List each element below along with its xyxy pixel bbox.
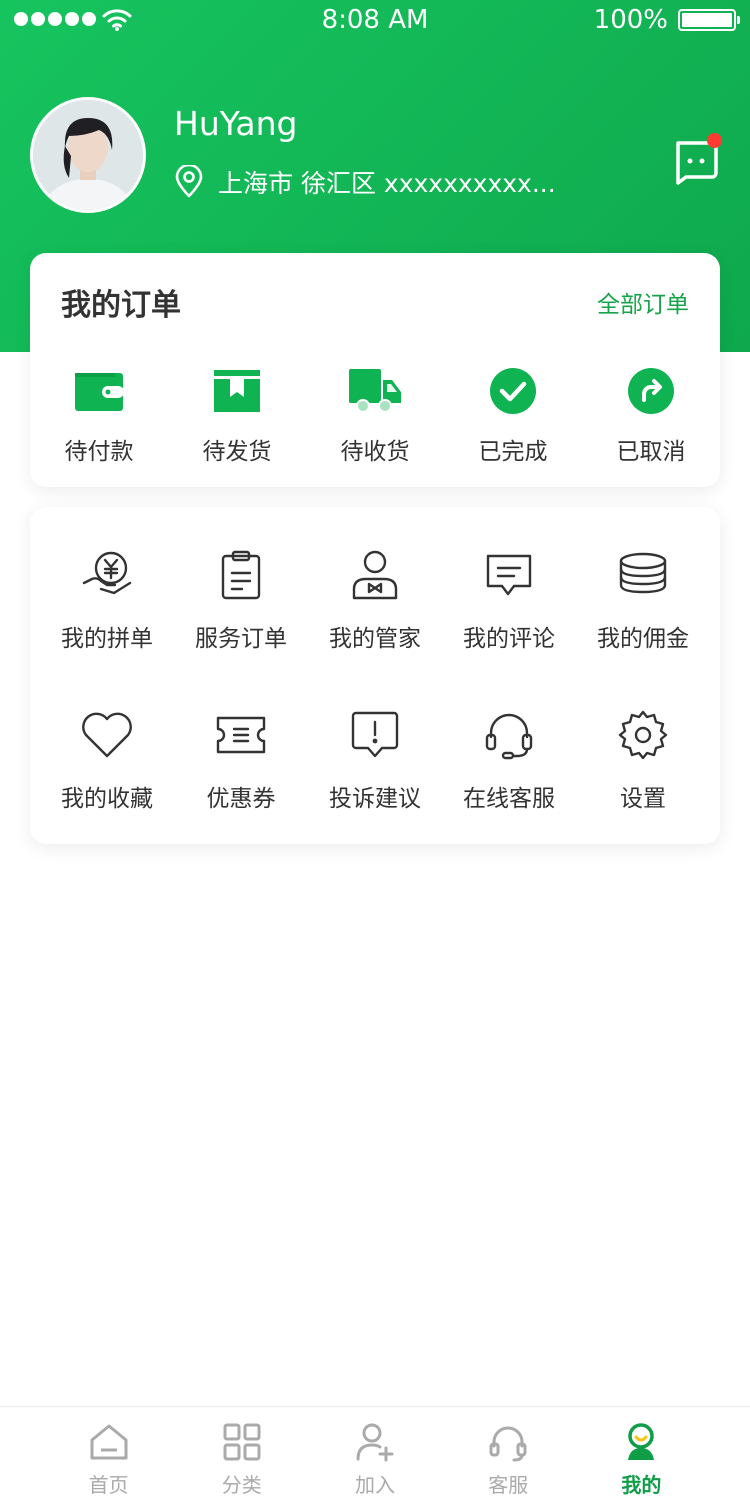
tab-mine[interactable]: 我的: [575, 1407, 708, 1500]
service-orders[interactable]: 服务订单: [174, 547, 308, 653]
message-button[interactable]: [670, 133, 722, 185]
order-pending-shipment[interactable]: 待发货: [168, 366, 306, 466]
status-bar: 8:08 AM 100%: [0, 0, 750, 40]
tab-home[interactable]: 首页: [42, 1407, 175, 1500]
avatar[interactable]: [30, 97, 146, 213]
tab-join[interactable]: 加入: [308, 1407, 441, 1500]
butler-icon: [347, 547, 403, 603]
order-label: 已完成: [478, 439, 548, 465]
service-label: 我的管家: [329, 626, 421, 652]
services-card: 我的拼单 服务订单 我的管家 我的评论 我的佣金 我的收藏 优惠券 投诉建议 在…: [30, 507, 720, 844]
location-text: 上海市 徐汇区 xxxxxxxxxx...: [218, 169, 556, 198]
service-group-buy[interactable]: 我的拼单: [40, 547, 174, 653]
heart-icon: [79, 707, 135, 763]
order-label: 待收货: [340, 439, 410, 465]
service-label: 我的佣金: [597, 626, 689, 652]
tab-service[interactable]: 客服: [442, 1407, 575, 1500]
service-label: 设置: [620, 786, 666, 812]
order-pending-payment[interactable]: 待付款: [30, 366, 168, 466]
service-settings[interactable]: 设置: [576, 707, 710, 813]
order-label: 待发货: [202, 439, 272, 465]
tab-category[interactable]: 分类: [175, 1407, 308, 1500]
comment-icon: [481, 547, 537, 603]
service-commission[interactable]: 我的佣金: [576, 547, 710, 653]
tab-label: 客服: [488, 1473, 529, 1497]
yen-hand-icon: [79, 547, 135, 603]
service-label: 我的收藏: [61, 786, 153, 812]
orders-title: 我的订单: [61, 288, 181, 323]
all-orders-link[interactable]: 全部订单: [597, 285, 689, 319]
service-label: 我的评论: [463, 626, 555, 652]
clipboard-icon: [213, 547, 269, 603]
profile-icon: [620, 1421, 662, 1463]
coins-icon: [615, 547, 671, 603]
service-favorites[interactable]: 我的收藏: [40, 707, 174, 813]
tab-label: 分类: [221, 1473, 262, 1497]
complaint-icon: [347, 707, 403, 763]
gear-icon: [615, 707, 671, 763]
service-label: 服务订单: [195, 626, 287, 652]
service-label: 我的拼单: [61, 626, 153, 652]
order-label: 已取消: [616, 439, 686, 465]
order-completed[interactable]: 已完成: [444, 366, 582, 466]
battery-icon: [678, 9, 740, 31]
service-complaints[interactable]: 投诉建议: [308, 707, 442, 813]
service-comments[interactable]: 我的评论: [442, 547, 576, 653]
check-circle-icon: [485, 366, 541, 416]
location-pin-icon: [174, 165, 204, 199]
truck-icon: [347, 366, 403, 416]
tab-label: 我的: [621, 1473, 662, 1497]
order-cancelled[interactable]: 已取消: [582, 366, 720, 466]
tab-bar: 首页 分类 加入 客服 我的: [0, 1406, 750, 1500]
orders-card: 我的订单 全部订单 待付款 待发货 待收货 已完成 已取消: [30, 253, 720, 487]
service-butler[interactable]: 我的管家: [308, 547, 442, 653]
service-label: 投诉建议: [329, 786, 421, 812]
return-arrow-icon: [623, 366, 679, 416]
service-coupons[interactable]: 优惠券: [174, 707, 308, 813]
service-label: 在线客服: [463, 786, 555, 812]
headset-icon: [481, 707, 537, 763]
battery-percent: 100%: [593, 5, 668, 35]
order-pending-receipt[interactable]: 待收货: [306, 366, 444, 466]
wallet-icon: [71, 366, 127, 416]
location-row[interactable]: 上海市 徐汇区 xxxxxxxxxx...: [174, 164, 556, 200]
tab-label: 加入: [355, 1473, 395, 1497]
tab-label: 首页: [88, 1473, 129, 1497]
home-icon: [88, 1421, 130, 1463]
order-label: 待付款: [64, 439, 134, 465]
grid-icon: [221, 1421, 263, 1463]
add-user-icon: [354, 1421, 396, 1463]
notification-badge: [707, 133, 722, 148]
username: HuYang: [174, 104, 298, 143]
service-online-support[interactable]: 在线客服: [442, 707, 576, 813]
coupon-icon: [213, 707, 269, 763]
headphones-icon: [487, 1421, 529, 1463]
service-label: 优惠券: [206, 786, 276, 812]
package-icon: [209, 366, 265, 416]
